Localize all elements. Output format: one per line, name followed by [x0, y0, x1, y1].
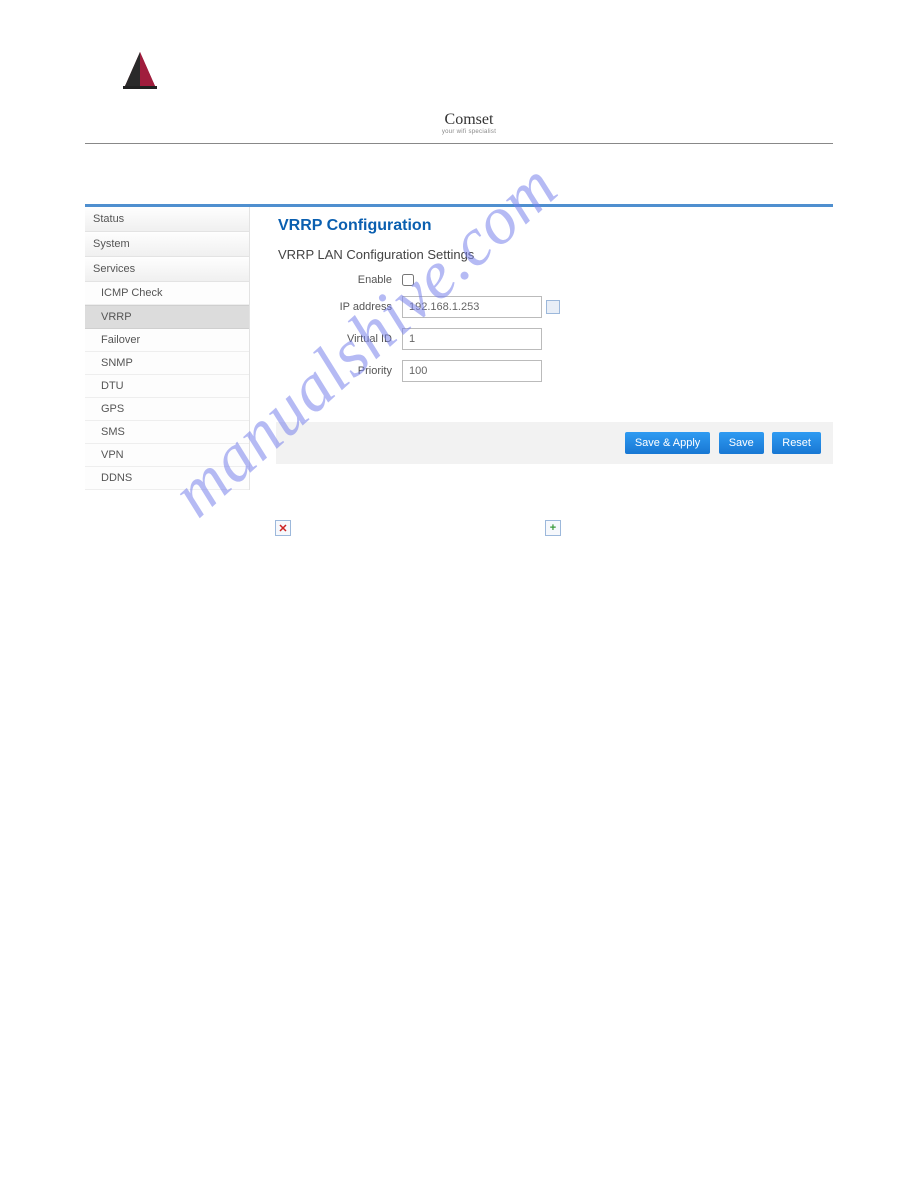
- sidebar-item-sms[interactable]: SMS: [85, 421, 249, 444]
- delete-icon[interactable]: ✕: [275, 520, 291, 536]
- button-bar: Save & Apply Save Reset: [276, 422, 833, 464]
- priority-label: Priority: [278, 365, 402, 377]
- virtual-id-label: Virtual ID: [278, 333, 402, 345]
- admin-panel: Status System Services ICMP Check VRRP F…: [85, 204, 833, 490]
- sidebar-item-ddns[interactable]: DDNS: [85, 467, 249, 490]
- enable-label: Enable: [278, 274, 402, 286]
- ip-address-label: IP address: [278, 301, 402, 313]
- header-divider: [85, 143, 833, 144]
- section-title: VRRP LAN Configuration Settings: [278, 247, 833, 262]
- sidebar: Status System Services ICMP Check VRRP F…: [85, 207, 250, 490]
- sidebar-item-vrrp[interactable]: VRRP: [85, 305, 249, 329]
- brand-logo: Comset your wifi specialist: [105, 50, 833, 135]
- add-icon[interactable]: +: [545, 520, 561, 536]
- main-content: VRRP Configuration VRRP LAN Configuratio…: [250, 207, 833, 464]
- reset-button[interactable]: Reset: [772, 432, 821, 454]
- save-button[interactable]: Save: [719, 432, 764, 454]
- priority-input[interactable]: [402, 360, 542, 382]
- sidebar-item-services[interactable]: Services: [85, 257, 249, 282]
- sidebar-item-dtu[interactable]: DTU: [85, 375, 249, 398]
- ip-address-input[interactable]: [402, 296, 542, 318]
- sidebar-item-failover[interactable]: Failover: [85, 329, 249, 352]
- ip-help-icon[interactable]: [546, 300, 560, 314]
- sidebar-item-system[interactable]: System: [85, 232, 249, 257]
- sidebar-item-icmp-check[interactable]: ICMP Check: [85, 282, 249, 305]
- sidebar-item-vpn[interactable]: VPN: [85, 444, 249, 467]
- page-title: VRRP Configuration: [278, 217, 833, 235]
- save-apply-button[interactable]: Save & Apply: [625, 432, 710, 454]
- brand-name: Comset: [445, 111, 494, 128]
- sidebar-item-snmp[interactable]: SNMP: [85, 352, 249, 375]
- sidebar-item-status[interactable]: Status: [85, 207, 249, 232]
- enable-checkbox[interactable]: [402, 274, 414, 286]
- virtual-id-input[interactable]: [402, 328, 542, 350]
- sidebar-item-gps[interactable]: GPS: [85, 398, 249, 421]
- brand-tagline: your wifi specialist: [442, 129, 496, 135]
